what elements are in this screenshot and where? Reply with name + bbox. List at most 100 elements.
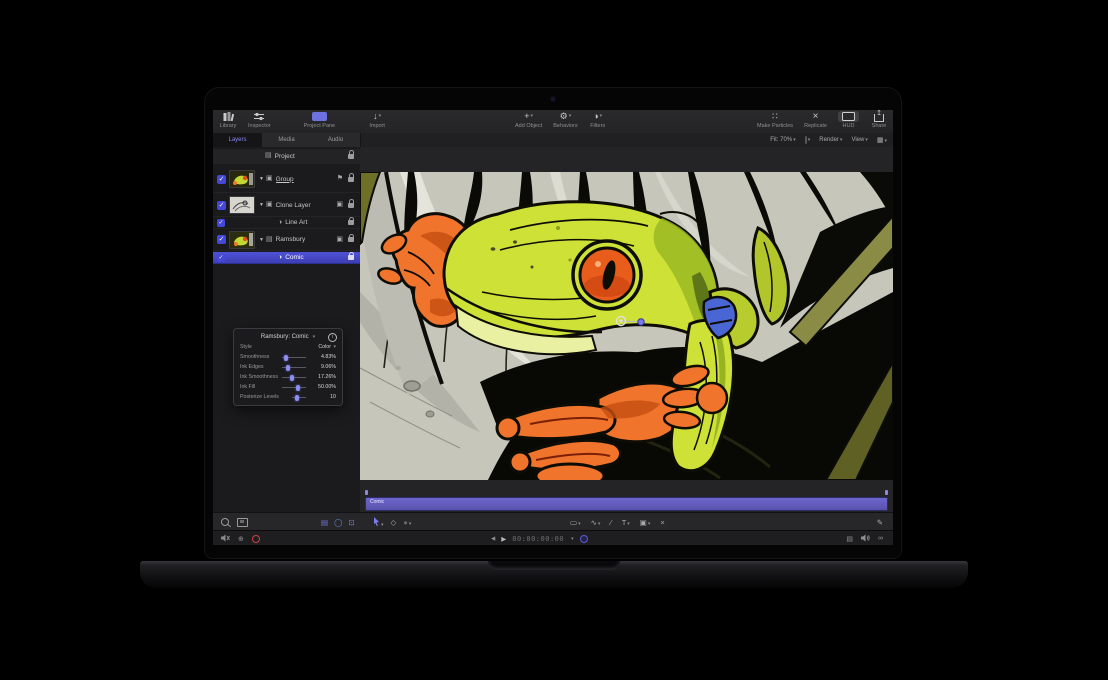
- library-icon: [223, 111, 234, 122]
- particles-icon: ∷: [772, 111, 778, 122]
- tab-media[interactable]: Media: [262, 133, 312, 147]
- timeline-clip-comic[interactable]: Comic: [365, 497, 888, 511]
- disclosure-icon[interactable]: ▼: [259, 237, 264, 243]
- import-button[interactable]: ↓▾ Import: [368, 111, 386, 129]
- out-point-marker[interactable]: [885, 490, 888, 495]
- clip-label: Comic: [370, 499, 384, 505]
- inspector-button[interactable]: Inspector: [248, 111, 271, 129]
- view-menu[interactable]: View▾: [851, 137, 867, 143]
- audio-editor-toggle-icon[interactable]: ⊡: [349, 518, 355, 527]
- inspector-icon: [254, 111, 264, 122]
- layer-row-clone[interactable]: ✓ ▼ ▣ Clone Layer ▣: [213, 194, 360, 217]
- share-button[interactable]: ↥ Share: [870, 111, 888, 129]
- render-menu[interactable]: Render▾: [819, 137, 842, 143]
- canvas-area[interactable]: Comic: [360, 147, 893, 512]
- tab-layers[interactable]: Layers: [213, 133, 263, 147]
- select-transform-tool[interactable]: ▾: [373, 517, 384, 528]
- toolbar: Library Inspector Project Pane ↓▾: [213, 110, 893, 134]
- search-icon[interactable]: [221, 518, 229, 526]
- info-icon[interactable]: i: [328, 333, 337, 342]
- visibility-checkbox[interactable]: ✓: [217, 235, 226, 244]
- replicate-label: Replicate: [804, 123, 827, 129]
- adjust-anchor-tool[interactable]: ◇: [391, 518, 397, 527]
- library-button[interactable]: Library: [219, 111, 237, 129]
- replicate-button[interactable]: × Replicate: [804, 111, 827, 129]
- make-particles-button[interactable]: ∷ Make Particles: [757, 111, 793, 129]
- timeline-scrubber[interactable]: [360, 488, 893, 496]
- layer-row-comic-selected[interactable]: ✓ ◑ Comic: [213, 252, 360, 264]
- rectangle-tool[interactable]: ▭▾: [570, 518, 581, 527]
- lock-icon[interactable]: [348, 177, 354, 182]
- visibility-checkbox[interactable]: ✓: [217, 254, 225, 262]
- lock-icon[interactable]: [348, 237, 354, 242]
- project-name: Project: [275, 153, 348, 160]
- style-value[interactable]: Color ▾: [318, 344, 336, 350]
- chevron-down-icon: ▾: [530, 111, 533, 122]
- hud-param-row: Ink Fill 50.00%: [240, 382, 336, 392]
- timecode-display[interactable]: 00:00:00:00: [512, 535, 564, 543]
- posterize-levels-slider[interactable]: [292, 397, 306, 398]
- film-icon[interactable]: ▤: [846, 535, 853, 543]
- layer-name: Group: [276, 176, 337, 183]
- canvas-image[interactable]: [360, 172, 893, 480]
- loop-icon[interactable]: ∞: [878, 535, 883, 542]
- lock-icon[interactable]: [348, 203, 354, 208]
- disclosure-icon[interactable]: ▼: [259, 176, 264, 182]
- smoothness-slider[interactable]: [282, 357, 306, 358]
- ink-smoothness-slider[interactable]: [282, 377, 306, 378]
- bezier-tool[interactable]: ∿▾: [591, 518, 601, 527]
- ink-edges-slider[interactable]: [282, 367, 306, 368]
- project-pane-button[interactable]: Project Pane: [304, 111, 336, 129]
- pane-tabs-row: Layers Media Audio Fit: 70%▾ ▾ Render▾ V…: [213, 133, 893, 148]
- filters-button[interactable]: ◑▾ Filters: [589, 111, 607, 129]
- speaker-icon[interactable]: [861, 534, 870, 544]
- play-button[interactable]: ▶: [501, 535, 506, 543]
- project-row[interactable]: ▤ Project: [213, 149, 360, 164]
- lock-icon[interactable]: [348, 220, 354, 225]
- hud-param-row: Smoothness 4.83%: [240, 352, 336, 362]
- add-object-button[interactable]: +▾ Add Object: [515, 111, 542, 129]
- pan-zoom-tool[interactable]: ●▾: [403, 518, 411, 527]
- text-tool[interactable]: T▾: [622, 518, 630, 527]
- lock-icon[interactable]: [348, 154, 354, 159]
- visibility-checkbox[interactable]: ✓: [217, 175, 226, 184]
- crosshair-icon[interactable]: ⊕: [238, 535, 244, 543]
- visibility-checkbox[interactable]: ✓: [217, 219, 225, 227]
- record-button[interactable]: [252, 535, 260, 543]
- layout-menu[interactable]: ▦▾: [877, 136, 887, 144]
- previous-frame-button[interactable]: ◀: [491, 536, 495, 542]
- timecode-chevron-icon[interactable]: ▾: [571, 536, 574, 542]
- channel-swatch-control[interactable]: ▾: [805, 137, 811, 143]
- disclosure-icon[interactable]: ▼: [259, 202, 264, 208]
- status-icon[interactable]: ▣: [336, 201, 343, 209]
- keyframe-editor-toggle-icon[interactable]: ◯: [334, 518, 342, 527]
- layer-row-ramsbury[interactable]: ✓ ▼ ▤ Ramsbury ▣: [213, 229, 360, 251]
- timeline-toggle-icon[interactable]: ▤: [321, 518, 328, 527]
- layer-row-line-art[interactable]: ✓ ◑ Line Art: [213, 217, 360, 229]
- tab-audio[interactable]: Audio: [311, 133, 361, 147]
- status-icon[interactable]: ▣: [336, 236, 343, 244]
- flag-icon[interactable]: ⚑: [337, 175, 343, 183]
- cut-tool[interactable]: ×: [660, 518, 664, 527]
- hud-title-chevron-icon[interactable]: ▾: [313, 334, 316, 340]
- mute-icon[interactable]: [221, 534, 230, 544]
- keyframe-record-button[interactable]: [580, 535, 588, 543]
- macbook-screen: Library Inspector Project Pane ↓▾: [205, 88, 901, 558]
- line-tool[interactable]: ∕: [610, 518, 611, 527]
- style-label: Style: [240, 344, 252, 350]
- visibility-checkbox[interactable]: ✓: [217, 201, 226, 210]
- preview-frame-icon[interactable]: [237, 518, 248, 527]
- behaviors-button[interactable]: ⚙▾ Behaviors: [553, 111, 577, 129]
- pen-icon[interactable]: ✎: [877, 518, 883, 527]
- hud-button[interactable]: HUD: [838, 111, 859, 129]
- fit-zoom-control[interactable]: Fit: 70%▾: [770, 137, 796, 143]
- ink-fill-slider[interactable]: [282, 387, 306, 388]
- make-particles-label: Make Particles: [757, 123, 793, 129]
- layer-row-group[interactable]: ✓ ▼ ▣ Group ⚑: [213, 166, 360, 193]
- hud-panel: Ramsbury: Comic ▾ i Style Color ▾ Smooth…: [233, 328, 343, 406]
- in-point-marker[interactable]: [365, 490, 368, 495]
- mask-tool[interactable]: ▣▾: [640, 518, 651, 527]
- media-icon: ▤: [266, 236, 273, 244]
- lock-icon[interactable]: [348, 255, 354, 260]
- add-object-icon: +: [524, 111, 529, 122]
